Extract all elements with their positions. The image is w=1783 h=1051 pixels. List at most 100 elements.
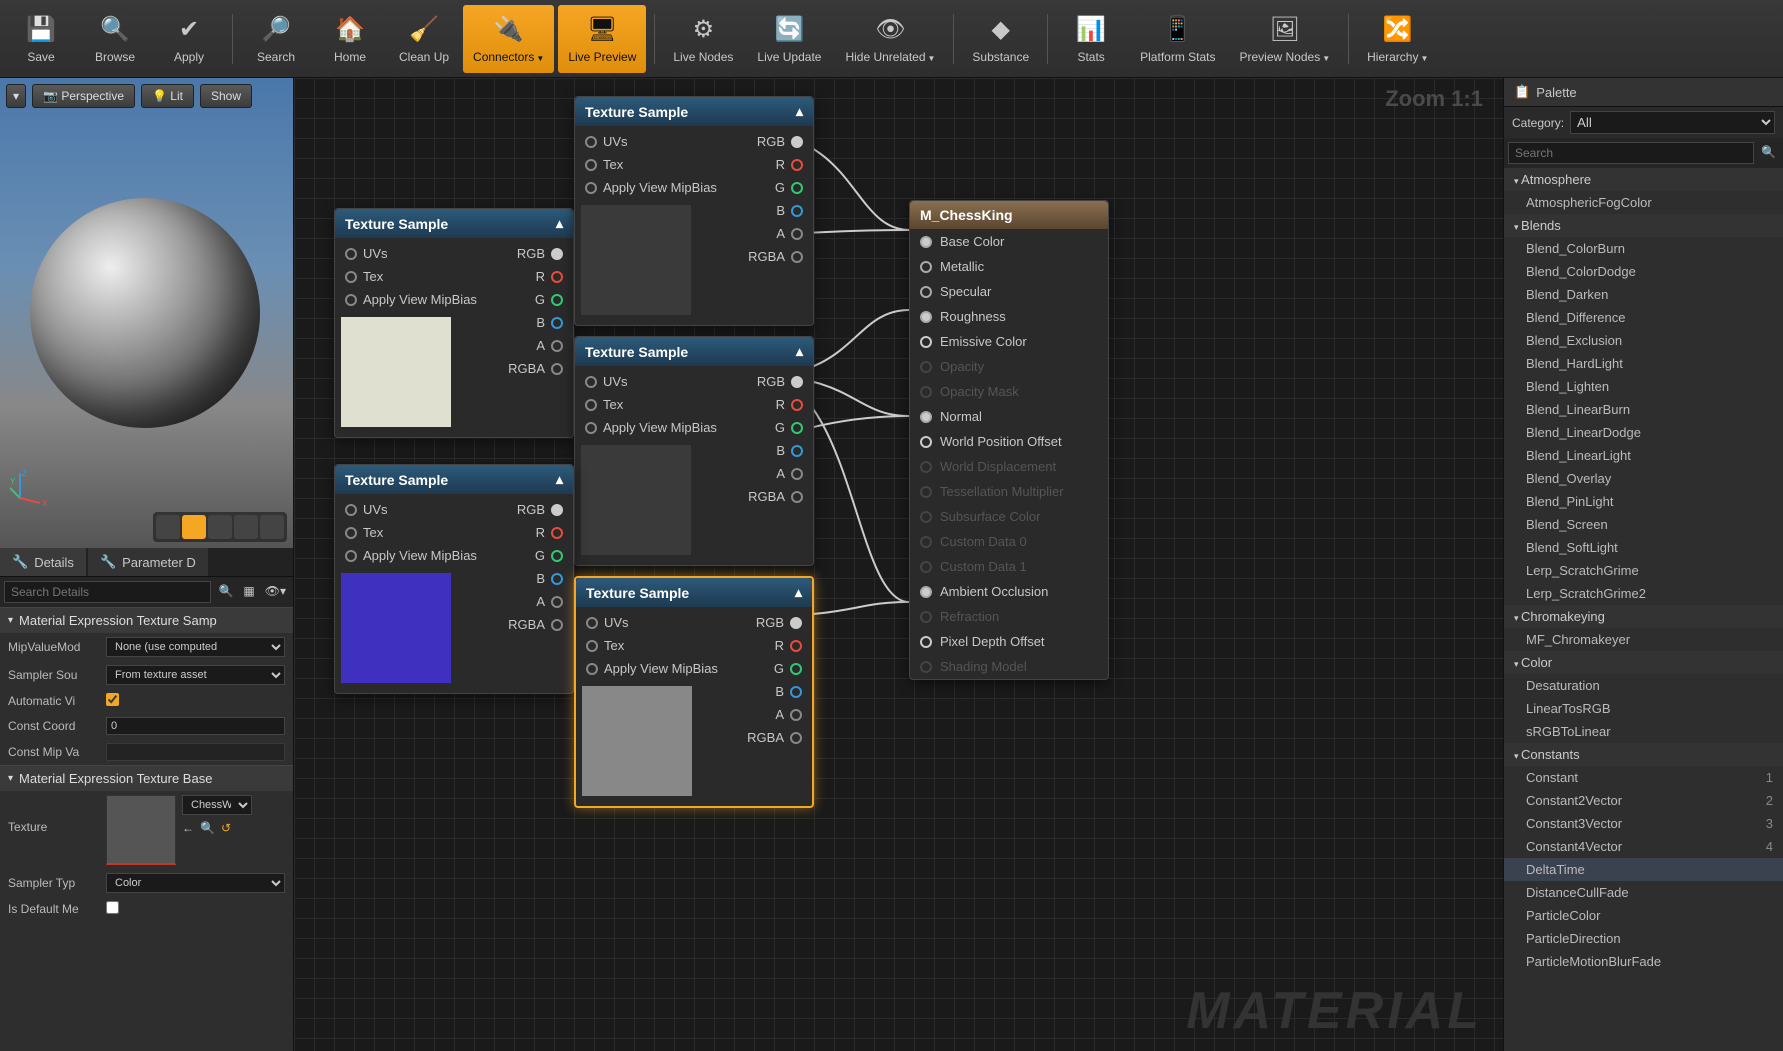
texture-sample-node[interactable]: Texture Sample▴ UVsTexApply View MipBias…: [334, 464, 574, 694]
output-pin-rgba[interactable]: RGBA: [737, 726, 812, 749]
lit-button[interactable]: 💡 Lit: [141, 84, 194, 108]
live-nodes-button[interactable]: ⚙Live Nodes: [663, 5, 743, 73]
live-update-button[interactable]: 🔄Live Update: [747, 5, 831, 73]
palette-group-chromakeying[interactable]: Chromakeying: [1504, 605, 1783, 628]
shape-mesh[interactable]: [260, 515, 284, 539]
platform-stats-button[interactable]: 📱Platform Stats: [1130, 5, 1225, 73]
output-pin-a[interactable]: A: [498, 334, 573, 357]
output-pin-rgb[interactable]: RGB: [498, 242, 573, 265]
palette-item[interactable]: ParticleDirection: [1504, 927, 1783, 950]
master-material-node[interactable]: M_ChessKing Base ColorMetallicSpecularRo…: [909, 200, 1109, 680]
output-pin-r[interactable]: R: [498, 265, 573, 288]
output-pin-g[interactable]: G: [498, 288, 573, 311]
palette-item[interactable]: Desaturation: [1504, 674, 1783, 697]
output-pin-a[interactable]: A: [737, 703, 812, 726]
palette-item[interactable]: ParticleMotionBlurFade: [1504, 950, 1783, 973]
output-pin-g[interactable]: G: [738, 416, 813, 439]
palette-item[interactable]: Blend_Lighten: [1504, 375, 1783, 398]
input-pin-uvs[interactable]: UVs: [576, 611, 737, 634]
section-texture-base[interactable]: Material Expression Texture Base: [0, 765, 293, 791]
connectors-button[interactable]: 🔌Connectors▼: [463, 5, 554, 73]
hierarchy-button[interactable]: 🔀Hierarchy▼: [1357, 5, 1438, 73]
substance-button[interactable]: ◆Substance: [962, 5, 1039, 73]
master-pin-world-position-offset[interactable]: World Position Offset: [910, 429, 1108, 454]
output-pin-g[interactable]: G: [738, 176, 813, 199]
master-pin-base-color[interactable]: Base Color: [910, 229, 1108, 254]
output-pin-rgb[interactable]: RGB: [737, 611, 812, 634]
palette-item[interactable]: Blend_LinearDodge: [1504, 421, 1783, 444]
browse-button[interactable]: 🔍Browse: [80, 5, 150, 73]
palette-item[interactable]: Constant4Vector4: [1504, 835, 1783, 858]
search-details-input[interactable]: [4, 581, 211, 603]
palette-item[interactable]: Constant3Vector3: [1504, 812, 1783, 835]
output-pin-b[interactable]: B: [737, 680, 812, 703]
palette-item[interactable]: MF_Chromakeyer: [1504, 628, 1783, 651]
texture-sample-node[interactable]: Texture Sample▴ UVsTexApply View MipBias…: [574, 96, 814, 326]
output-pin-rgba[interactable]: RGBA: [498, 613, 573, 636]
palette-item[interactable]: Constant1: [1504, 766, 1783, 789]
perspective-button[interactable]: 📷 Perspective: [32, 84, 135, 108]
input-pin-apply-view-mipbias[interactable]: Apply View MipBias: [335, 288, 498, 311]
texture-asset-select[interactable]: ChessWi: [182, 795, 252, 815]
texture-sample-node[interactable]: Texture Sample▴ UVsTexApply View MipBias…: [574, 576, 814, 808]
input-pin-apply-view-mipbias[interactable]: Apply View MipBias: [576, 657, 737, 680]
texture-sample-node[interactable]: Texture Sample▴ UVsTexApply View MipBias…: [574, 336, 814, 566]
output-pin-rgb[interactable]: RGB: [498, 498, 573, 521]
master-pin-roughness[interactable]: Roughness: [910, 304, 1108, 329]
shape-plane[interactable]: [208, 515, 232, 539]
output-pin-rgb[interactable]: RGB: [738, 130, 813, 153]
apply-button[interactable]: ✔Apply: [154, 5, 224, 73]
output-pin-b[interactable]: B: [738, 199, 813, 222]
collapse-icon[interactable]: ▴: [796, 103, 803, 120]
samplertype-select[interactable]: Color: [106, 873, 285, 893]
output-pin-a[interactable]: A: [738, 462, 813, 485]
texture-thumbnail[interactable]: [106, 795, 176, 865]
palette-group-blends[interactable]: Blends: [1504, 214, 1783, 237]
input-pin-apply-view-mipbias[interactable]: Apply View MipBias: [575, 416, 738, 439]
palette-item[interactable]: Blend_Difference: [1504, 306, 1783, 329]
output-pin-b[interactable]: B: [738, 439, 813, 462]
input-pin-tex[interactable]: Tex: [335, 521, 498, 544]
output-pin-rgba[interactable]: RGBA: [738, 485, 813, 508]
output-pin-r[interactable]: R: [738, 153, 813, 176]
input-pin-apply-view-mipbias[interactable]: Apply View MipBias: [575, 176, 738, 199]
output-pin-r[interactable]: R: [737, 634, 812, 657]
clean-up-button[interactable]: 🧹Clean Up: [389, 5, 459, 73]
input-pin-uvs[interactable]: UVs: [575, 370, 738, 393]
material-viewport[interactable]: ▾ 📷 Perspective 💡 Lit Show X Y Z: [0, 78, 293, 548]
isdefault-checkbox[interactable]: [106, 901, 119, 914]
material-graph[interactable]: Zoom 1:1 MATERIAL Texture Sample▴ UVsTex…: [294, 78, 1503, 1051]
output-pin-a[interactable]: A: [498, 590, 573, 613]
input-pin-apply-view-mipbias[interactable]: Apply View MipBias: [335, 544, 498, 567]
palette-item[interactable]: Lerp_ScratchGrime2: [1504, 582, 1783, 605]
reset-icon[interactable]: ↺: [221, 821, 231, 835]
output-pin-a[interactable]: A: [738, 222, 813, 245]
use-selected-icon[interactable]: ←: [182, 821, 194, 835]
collapse-icon[interactable]: ▴: [795, 584, 802, 601]
palette-group-constants[interactable]: Constants: [1504, 743, 1783, 766]
input-pin-tex[interactable]: Tex: [335, 265, 498, 288]
tab-details[interactable]: 🔧 Details: [0, 548, 86, 576]
section-texture-sample[interactable]: Material Expression Texture Samp: [0, 607, 293, 633]
input-pin-tex[interactable]: Tex: [575, 393, 738, 416]
master-pin-pixel-depth-offset[interactable]: Pixel Depth Offset: [910, 629, 1108, 654]
output-pin-rgba[interactable]: RGBA: [498, 357, 573, 380]
palette-item[interactable]: Lerp_ScratchGrime: [1504, 559, 1783, 582]
output-pin-rgba[interactable]: RGBA: [738, 245, 813, 268]
hide-unrelated-button[interactable]: 👁Hide Unrelated▼: [835, 5, 945, 73]
palette-item[interactable]: Blend_Darken: [1504, 283, 1783, 306]
browse-icon[interactable]: 🔍: [200, 821, 215, 835]
output-pin-r[interactable]: R: [498, 521, 573, 544]
palette-item[interactable]: AtmosphericFogColor: [1504, 191, 1783, 214]
category-select[interactable]: All: [1570, 111, 1775, 134]
palette-group-color[interactable]: Color: [1504, 651, 1783, 674]
eye-icon[interactable]: 👁▾: [262, 581, 289, 603]
palette-item[interactable]: Blend_LinearBurn: [1504, 398, 1783, 421]
search-icon[interactable]: 🔍: [1758, 142, 1779, 164]
palette-item[interactable]: Blend_ColorBurn: [1504, 237, 1783, 260]
master-pin-emissive-color[interactable]: Emissive Color: [910, 329, 1108, 354]
output-pin-r[interactable]: R: [738, 393, 813, 416]
palette-item[interactable]: Blend_Screen: [1504, 513, 1783, 536]
palette-item[interactable]: Blend_Exclusion: [1504, 329, 1783, 352]
home-button[interactable]: 🏠Home: [315, 5, 385, 73]
